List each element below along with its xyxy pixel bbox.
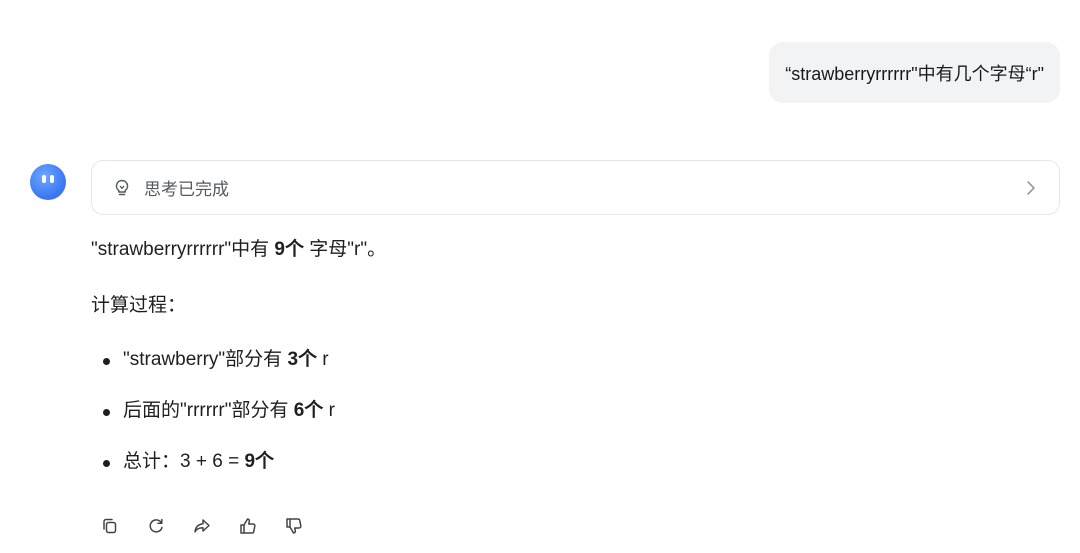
- assistant-answer: "strawberryrrrrrr"中有 9个 字母"r"。 计算过程： "st…: [91, 236, 1051, 499]
- copy-button[interactable]: [100, 516, 120, 536]
- regenerate-icon: [149, 518, 163, 533]
- answer-lead: "strawberryrrrrrr"中有 9个 字母"r"。: [91, 239, 387, 260]
- thumbs-up-icon: [240, 518, 256, 534]
- thumbs-down-button[interactable]: [284, 516, 304, 536]
- regenerate-button[interactable]: [146, 516, 166, 536]
- user-message-text: “strawberryrrrrrr"中有几个字母“r": [785, 63, 1044, 84]
- list-item: 总计：3 + 6 = 9个: [91, 448, 1051, 476]
- assistant-avatar: [30, 164, 66, 200]
- copy-icon: [103, 518, 117, 534]
- thumbs-up-button[interactable]: [238, 516, 258, 536]
- share-button[interactable]: [192, 516, 212, 536]
- thinking-status-label: 思考已完成: [144, 180, 229, 199]
- calc-steps-list: "strawberry"部分有 3个 r 后面的"rrrrrr"部分有 6个 r…: [91, 346, 1051, 476]
- thumbs-down-icon: [286, 518, 302, 534]
- user-message-bubble: “strawberryrrrrrr"中有几个字母“r": [769, 42, 1060, 103]
- message-actions: [100, 516, 304, 536]
- thinking-status-panel[interactable]: 思考已完成: [91, 160, 1060, 215]
- list-item: 后面的"rrrrrr"部分有 6个 r: [91, 397, 1051, 425]
- share-icon: [194, 519, 210, 533]
- lightbulb-icon: [115, 179, 129, 195]
- chat-page: “strawberryrrrrrr"中有几个字母“r" 思考已完成 "straw…: [0, 0, 1080, 553]
- calc-title: 计算过程：: [91, 295, 187, 316]
- chevron-right-icon: [1027, 181, 1035, 195]
- list-item: "strawberry"部分有 3个 r: [91, 346, 1051, 374]
